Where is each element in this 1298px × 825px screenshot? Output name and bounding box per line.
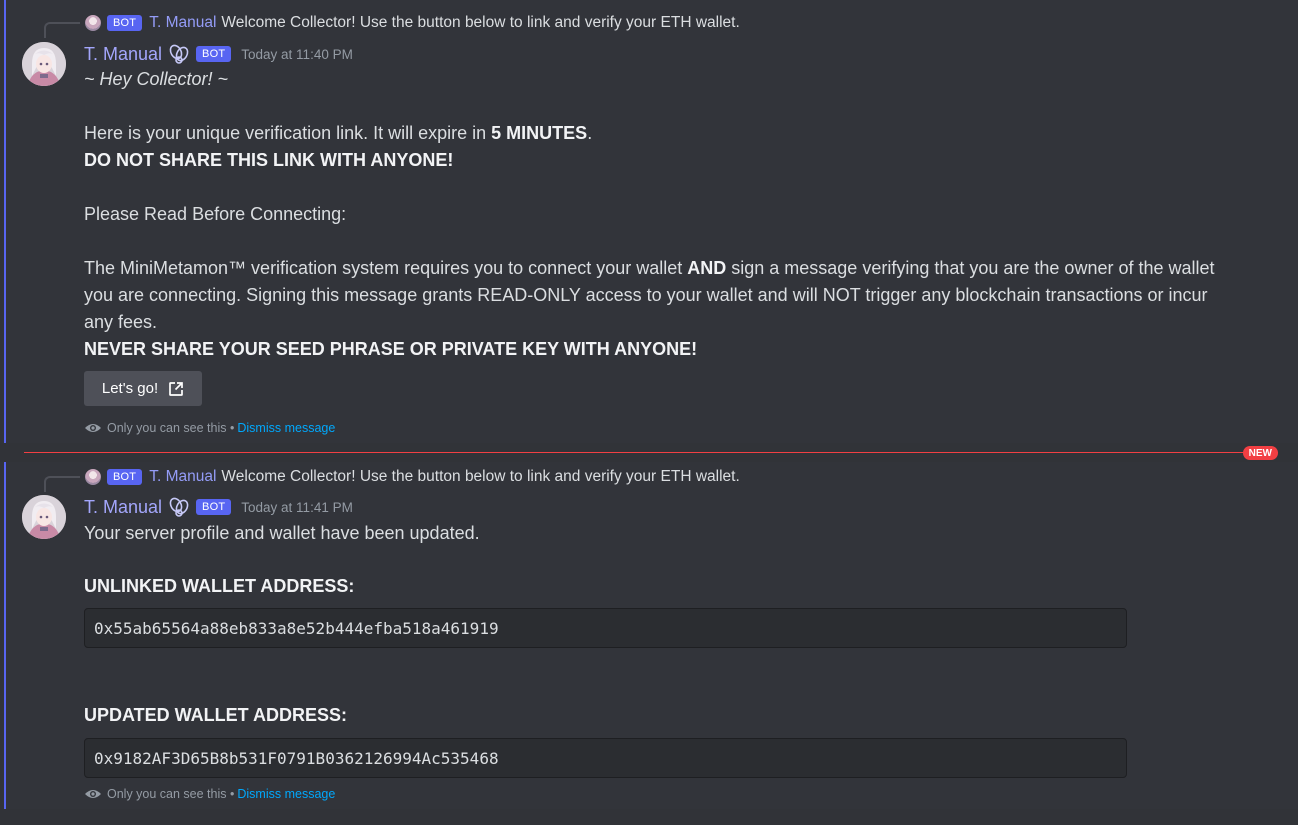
reply-bot-tag: BOT: [107, 15, 143, 31]
eye-icon: [85, 424, 101, 432]
reply-text[interactable]: Welcome Collector! Use the button below …: [221, 468, 739, 486]
timestamp[interactable]: Today at 11:40 PM: [241, 47, 353, 62]
bot-tag: BOT: [196, 499, 232, 515]
author-avatar[interactable]: [22, 495, 66, 539]
reply-preview[interactable]: BOT T. Manual Welcome Collector! Use the…: [85, 468, 740, 486]
dismiss-message-link[interactable]: Dismiss message: [237, 787, 335, 801]
updated-address-codeblock[interactable]: 0x9182AF3D65B8b531F0791B0362126994Ac5354…: [84, 738, 1127, 778]
reply-bot-tag: BOT: [107, 469, 143, 485]
verification-paragraph: The MiniMetamon™ verification system req…: [84, 255, 1238, 336]
reply-preview[interactable]: BOT T. Manual Welcome Collector! Use the…: [85, 14, 740, 32]
highlight-bar: [4, 0, 6, 443]
expiry-text-pre: Here is your unique verification link. I…: [84, 123, 492, 143]
paragraph-bold: AND: [687, 258, 727, 278]
role-badge-icon[interactable]: [166, 495, 192, 519]
share-warning: DO NOT SHARE THIS LINK WITH ANYONE!: [84, 150, 454, 170]
reply-avatar-icon: [85, 469, 101, 485]
message-2: BOT T. Manual Welcome Collector! Use the…: [0, 462, 1298, 809]
dismiss-message-link[interactable]: Dismiss message: [237, 421, 335, 435]
message-1: BOT T. Manual Welcome Collector! Use the…: [0, 0, 1298, 443]
message-header: T. Manual BOT Today at 11:40 PM: [84, 42, 353, 66]
unlinked-address-codeblock[interactable]: 0x55ab65564a88eb833a8e52b444efba518a4619…: [84, 608, 1127, 648]
reply-author[interactable]: T. Manual: [149, 14, 216, 32]
new-messages-divider: [24, 452, 1278, 453]
updated-text: Your server profile and wallet have been…: [84, 523, 480, 543]
role-badge-icon[interactable]: [166, 42, 192, 66]
ephemeral-notice: Only you can see this • Dismiss message: [84, 421, 335, 435]
bot-tag: BOT: [196, 46, 232, 62]
lets-go-label: Let's go!: [101, 380, 159, 397]
eye-icon: [85, 790, 101, 798]
paragraph-pre: The MiniMetamon™ verification system req…: [84, 258, 688, 278]
external-link-icon: [169, 381, 183, 396]
expiry-duration: 5 MINUTES: [491, 123, 588, 143]
ephemeral-text: Only you can see this •: [107, 421, 235, 435]
ephemeral-notice: Only you can see this • Dismiss message: [84, 787, 335, 801]
message-header: T. Manual BOT Today at 11:41 PM: [84, 495, 353, 519]
expiry-text-post: .: [587, 123, 593, 143]
anime-girl-avatar-icon: [22, 42, 66, 86]
greeting-text: ~ Hey Collector! ~: [84, 69, 229, 89]
anime-girl-avatar-icon: [22, 495, 66, 539]
author-avatar[interactable]: [22, 42, 66, 86]
unlinked-title: UNLINKED WALLET ADDRESS:: [84, 576, 355, 596]
timestamp[interactable]: Today at 11:41 PM: [241, 500, 353, 515]
lets-go-button[interactable]: Let's go!: [84, 371, 202, 406]
highlight-bar: [4, 462, 6, 809]
author-name[interactable]: T. Manual: [84, 497, 162, 518]
author-name[interactable]: T. Manual: [84, 44, 162, 65]
message-content: ~ Hey Collector! ~ Here is your unique v…: [84, 66, 1238, 363]
expiry-text: Here is your unique verification link. I…: [84, 120, 1238, 147]
chat-view: BOT T. Manual Welcome Collector! Use the…: [0, 0, 1298, 825]
message-content: Your server profile and wallet have been…: [84, 520, 1238, 547]
updated-title: UPDATED WALLET ADDRESS:: [84, 705, 347, 725]
new-badge: NEW: [1242, 446, 1278, 460]
seed-phrase-warning: NEVER SHARE YOUR SEED PHRASE OR PRIVATE …: [84, 339, 698, 359]
reply-spine: [44, 476, 80, 492]
reply-author[interactable]: T. Manual: [149, 468, 216, 486]
read-before-text: Please Read Before Connecting:: [84, 204, 347, 224]
reply-text[interactable]: Welcome Collector! Use the button below …: [221, 14, 739, 32]
reply-spine: [44, 22, 80, 38]
ephemeral-text: Only you can see this •: [107, 787, 235, 801]
reply-avatar-icon: [85, 15, 101, 31]
